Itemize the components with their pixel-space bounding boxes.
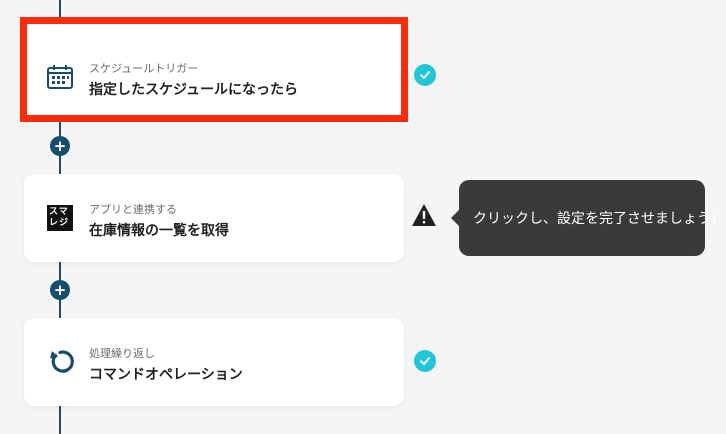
step-subtitle: スケジュールトリガー	[89, 62, 199, 75]
status-complete-icon	[414, 350, 436, 372]
step-subtitle: 処理繰り返し	[89, 347, 155, 360]
flow-connector	[59, 0, 61, 17]
calendar-schedule-icon	[47, 65, 73, 89]
status-complete-icon	[414, 64, 436, 86]
step-card-loop[interactable]: 処理繰り返し コマンドオペレーション	[24, 318, 404, 406]
setup-tooltip: クリックし、設定を完了させましょう！	[459, 180, 725, 256]
step-title: コマンドオペレーション	[89, 367, 243, 383]
plus-icon: +	[53, 136, 67, 155]
warning-icon	[412, 204, 436, 226]
add-step-button[interactable]: +	[50, 280, 70, 300]
loop-icon	[50, 350, 74, 373]
add-step-button[interactable]: +	[50, 136, 70, 156]
step-title: 在庫情報の一覧を取得	[89, 223, 229, 239]
flow-connector	[59, 405, 61, 434]
step-subtitle: アプリと連携する	[89, 203, 177, 216]
step-card-app-integration[interactable]: スマ レジ アプリと連携する 在庫情報の一覧を取得	[24, 174, 404, 262]
step-title: 指定したスケジュールになったら	[89, 82, 299, 98]
smaregi-logo: スマ レジ	[47, 205, 73, 231]
plus-icon: +	[53, 280, 67, 299]
step-card-schedule-trigger[interactable]: スケジュールトリガー 指定したスケジュールになったら	[20, 17, 408, 122]
